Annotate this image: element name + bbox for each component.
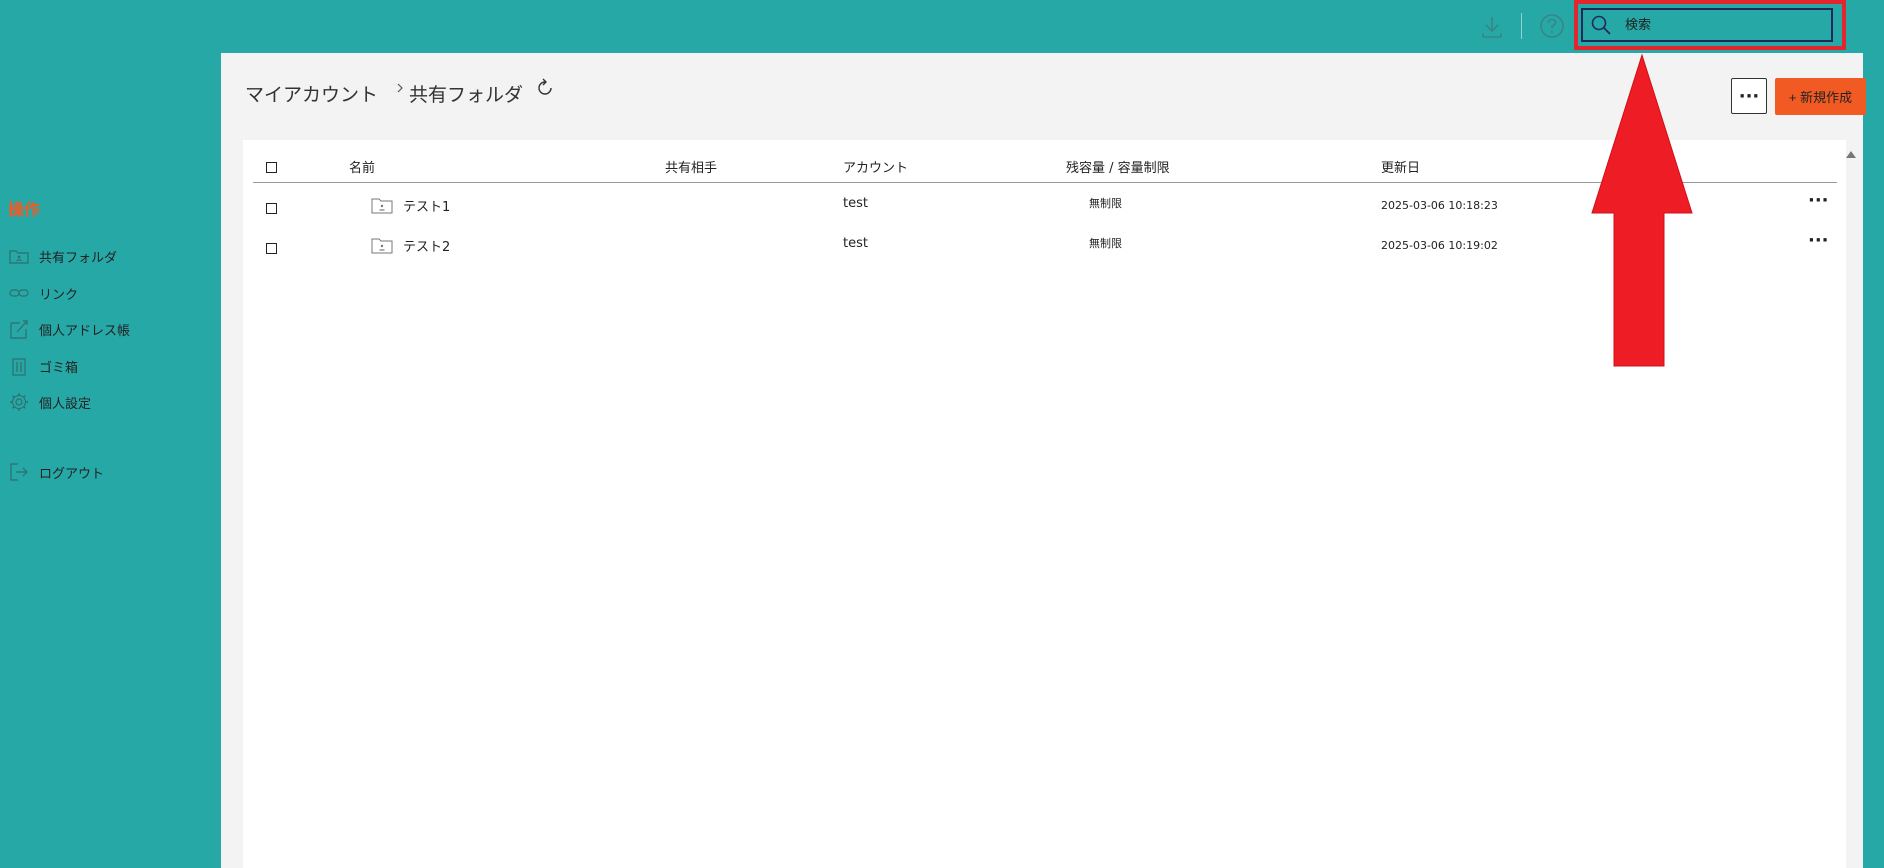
column-header-quota[interactable]: 残容量 / 容量制限 — [1066, 157, 1170, 176]
shared-folder-icon — [9, 250, 29, 264]
gear-icon — [10, 393, 28, 411]
download-icon[interactable] — [1478, 13, 1506, 41]
row-name-label: テスト1 — [403, 199, 451, 215]
trash-icon — [12, 358, 26, 376]
sidebar-heading: 操作 — [8, 200, 41, 219]
toolbar-divider — [1521, 13, 1522, 39]
refresh-icon[interactable] — [536, 77, 556, 99]
breadcrumb-root[interactable]: マイアカウント — [245, 80, 378, 107]
sidebar-item-link[interactable]: リンク — [8, 282, 78, 304]
help-icon[interactable] — [1538, 12, 1566, 40]
logout-icon — [10, 463, 28, 481]
sidebar-item-logout[interactable]: ログアウト — [8, 461, 104, 483]
row-updated: 2025-03-06 10:18:23 — [1381, 199, 1498, 212]
sidebar-item-trash[interactable]: ゴミ箱 — [8, 355, 78, 377]
sidebar-item-label: ゴミ箱 — [39, 360, 79, 376]
shared-folder-icon — [371, 198, 393, 214]
row-account: test — [843, 236, 868, 251]
link-icon — [9, 289, 29, 297]
chevron-right-icon — [397, 83, 403, 93]
row-name-label: テスト2 — [403, 239, 451, 255]
sidebar: 操作 共有フォルダ リンク 個人アドレス帳 ゴミ箱 個人設定 ログアウト — [0, 53, 220, 868]
red-arrow-annotation-icon — [1591, 53, 1693, 367]
sidebar-item-label: ログアウト — [39, 466, 105, 482]
column-header-name[interactable]: 名前 — [349, 157, 375, 176]
column-header-updated[interactable]: 更新日 — [1381, 157, 1420, 176]
select-all-checkbox[interactable] — [266, 162, 277, 173]
address-book-icon — [10, 320, 28, 339]
row-more-button[interactable]: ··· — [1808, 190, 1829, 211]
sidebar-item-label: 共有フォルダ — [39, 250, 118, 266]
row-updated: 2025-03-06 10:19:02 — [1381, 239, 1498, 252]
row-name[interactable]: テスト1 — [371, 193, 450, 217]
sidebar-item-label: リンク — [39, 287, 79, 303]
column-header-account[interactable]: アカウント — [843, 157, 908, 176]
top-bar — [0, 0, 1884, 53]
row-account: test — [843, 196, 868, 211]
sidebar-item-label: 個人アドレス帳 — [39, 323, 131, 339]
sidebar-item-settings[interactable]: 個人設定 — [8, 391, 91, 413]
search-icon — [1591, 15, 1611, 35]
row-checkbox[interactable] — [266, 203, 277, 214]
row-checkbox[interactable] — [266, 243, 277, 254]
shared-folder-icon — [371, 238, 393, 254]
search-box[interactable] — [1581, 8, 1833, 42]
row-name[interactable]: テスト2 — [371, 233, 450, 257]
row-quota: 無制限 — [1089, 197, 1122, 210]
breadcrumb-current: 共有フォルダ — [409, 84, 524, 106]
search-input[interactable] — [1625, 14, 1825, 36]
row-quota: 無制限 — [1089, 237, 1122, 250]
more-options-button[interactable]: ··· — [1731, 78, 1767, 114]
row-more-button[interactable]: ··· — [1808, 230, 1829, 251]
sidebar-item-address-book[interactable]: 個人アドレス帳 — [8, 318, 130, 340]
scroll-up-arrow-icon[interactable] — [1845, 149, 1857, 159]
create-new-button[interactable]: + 新規作成 — [1775, 78, 1866, 115]
column-header-shared-with[interactable]: 共有相手 — [665, 157, 717, 176]
sidebar-item-label: 個人設定 — [39, 396, 92, 412]
sidebar-item-shared-folder[interactable]: 共有フォルダ — [8, 245, 117, 267]
